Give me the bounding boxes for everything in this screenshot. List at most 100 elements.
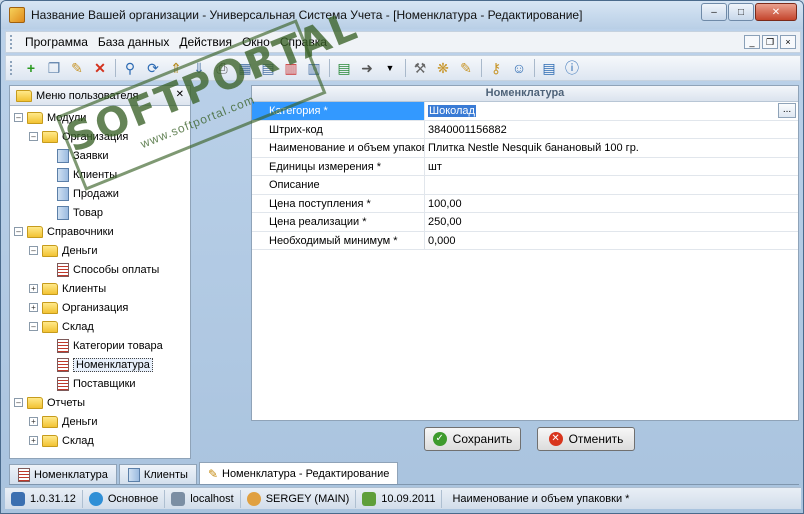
cancel-button[interactable]: ✕ Отменить [537,427,635,451]
folder-icon [42,320,58,333]
expand-icon[interactable]: + [29,417,38,426]
exit-icon[interactable]: ➜ [356,58,378,78]
property-row-unit[interactable]: Единицы измерения * шт [252,157,798,176]
mdi-restore-button[interactable]: ❐ [762,35,778,49]
minimize-button[interactable]: – [701,3,727,21]
tab-clients[interactable]: Клиенты [118,464,197,484]
minimum-field[interactable]: 0,000 [425,232,798,250]
barcode-field[interactable]: 3840001156882 [425,121,798,139]
category-field[interactable]: Шоколад ... [425,102,798,120]
tree-item-goods[interactable]: Товар [10,203,190,222]
property-value[interactable]: Шоколад [428,105,476,117]
property-row-minimum[interactable]: Необходимый минимум * 0,000 [252,231,798,250]
document-icon [127,467,140,482]
shield-icon [11,491,25,506]
table-icon[interactable]: ▦ [234,58,256,78]
column-icon[interactable]: ▤ [257,58,279,78]
tree-item-payment-methods[interactable]: Способы оплаты [10,260,190,279]
toolbar-separator [534,59,535,77]
menu-actions[interactable]: Действия [174,35,237,49]
edit-icon[interactable]: ✎ [66,58,88,78]
maximize-button[interactable]: □ [728,3,754,21]
collapse-icon[interactable]: – [29,322,38,331]
print-icon[interactable]: ⎙ [211,58,233,78]
tree-item-ref-organization[interactable]: + Организация [10,298,190,317]
status-date: 10.09.2011 [356,489,443,508]
refresh-icon[interactable]: ⟳ [142,58,164,78]
tree-item-references[interactable]: – Справочники [10,222,190,241]
property-row-description[interactable]: Описание [252,176,798,195]
tab-nomenclature-edit[interactable]: ✎ Номенклатура - Редактирование [198,462,399,484]
property-row-category[interactable]: Категория * Шоколад ... [252,102,798,121]
property-row-purchase-price[interactable]: Цена поступления * 100,00 [252,194,798,213]
users-icon[interactable]: ☺ [508,58,530,78]
tools-icon[interactable]: ❋ [432,58,454,78]
close-button[interactable]: ✕ [755,3,797,21]
expand-icon[interactable]: + [29,303,38,312]
tab-label: Номенклатура - Редактирование [222,467,390,480]
tree-item-warehouse[interactable]: – Склад [10,317,190,336]
property-row-name[interactable]: Наименование и объем упаковки * Плитка N… [252,139,798,158]
excel-icon[interactable]: ▤ [333,58,355,78]
search-icon[interactable]: ⚲ [119,58,141,78]
name-field[interactable]: Плитка Nestle Nesquik банановый 100 гр. [425,139,798,157]
tree-item-ref-clients[interactable]: + Клиенты [10,279,190,298]
collapse-icon[interactable]: – [14,227,23,236]
import-icon[interactable]: ⇓ [188,58,210,78]
add-icon[interactable]: + [20,58,42,78]
app-icon [9,7,25,23]
panel-title: Меню пользователя [36,89,139,102]
tree-item-report-warehouse[interactable]: + Склад [10,431,190,450]
expand-icon[interactable]: + [29,436,38,445]
key-icon[interactable]: ⚷ [485,58,507,78]
pencil-icon: ✎ [207,466,218,481]
property-row-sale-price[interactable]: Цена реализации * 250,00 [252,213,798,232]
property-label: Штрих-код [252,120,425,138]
tree-item-categories[interactable]: Категории товара [10,336,190,355]
tab-nomenclature[interactable]: Номенклатура [9,464,117,484]
tree-item-modules[interactable]: – Модули [10,108,190,127]
menu-help[interactable]: Справка [275,35,332,49]
unit-field[interactable]: шт [425,158,798,176]
tree-item-suppliers[interactable]: Поставщики [10,374,190,393]
tree-item-orders[interactable]: Заявки [10,146,190,165]
menu-program[interactable]: Программа [20,35,93,49]
menu-window[interactable]: Окно [237,35,275,49]
collapse-icon[interactable]: – [29,246,38,255]
tree-item-report-money[interactable]: + Деньги [10,412,190,431]
menu-database[interactable]: База данных [93,35,174,49]
expand-icon[interactable]: + [29,284,38,293]
tree-item-money[interactable]: – Деньги [10,241,190,260]
collapse-icon[interactable]: – [29,132,38,141]
dropdown-icon[interactable]: ▼ [379,58,401,78]
tree-item-clients[interactable]: Клиенты [10,165,190,184]
settings-icon[interactable]: ⚒ [409,58,431,78]
collapse-icon[interactable]: – [14,398,23,407]
property-row-barcode[interactable]: Штрих-код 3840001156882 [252,120,798,139]
tab-label: Номенклатура [34,468,108,481]
close-icon[interactable]: ✕ [176,89,184,100]
filter-icon[interactable]: ▥ [303,58,325,78]
tree-item-organization[interactable]: – Организация [10,127,190,146]
sale-price-field[interactable]: 250,00 [425,213,798,231]
tree-item-reports[interactable]: – Отчеты [10,393,190,412]
tree-item-nomenclature[interactable]: Номенклатура [10,355,190,374]
export-icon[interactable]: ⇑ [165,58,187,78]
collapse-icon[interactable]: – [14,113,23,122]
description-field[interactable] [425,176,798,194]
mdi-minimize-button[interactable]: _ [744,35,760,49]
tree-item-sales[interactable]: Продажи [10,184,190,203]
save-button[interactable]: ✓ Сохранить [424,427,521,451]
browse-button[interactable]: ... [778,103,796,118]
toolbar: + ❐ ✎ ✕ ⚲ ⟳ ⇑ ⇓ ⎙ ▦ ▤ ▥ ▥ ▤ ➜ ▼ ⚒ ❋ ✎ ⚷ … [5,55,801,81]
copy-icon[interactable]: ❐ [43,58,65,78]
remove-column-icon[interactable]: ▥ [280,58,302,78]
window-title: Название Вашей организации - Универсальн… [31,8,583,22]
status-bar: 1.0.31.12 Основное localhost SERGEY (MAI… [5,487,801,509]
info-icon[interactable]: ⓘ [561,58,583,78]
book-icon[interactable]: ▤ [538,58,560,78]
mdi-close-button[interactable]: × [780,35,796,49]
purchase-price-field[interactable]: 100,00 [425,195,798,213]
notes-icon[interactable]: ✎ [455,58,477,78]
delete-icon[interactable]: ✕ [89,58,111,78]
